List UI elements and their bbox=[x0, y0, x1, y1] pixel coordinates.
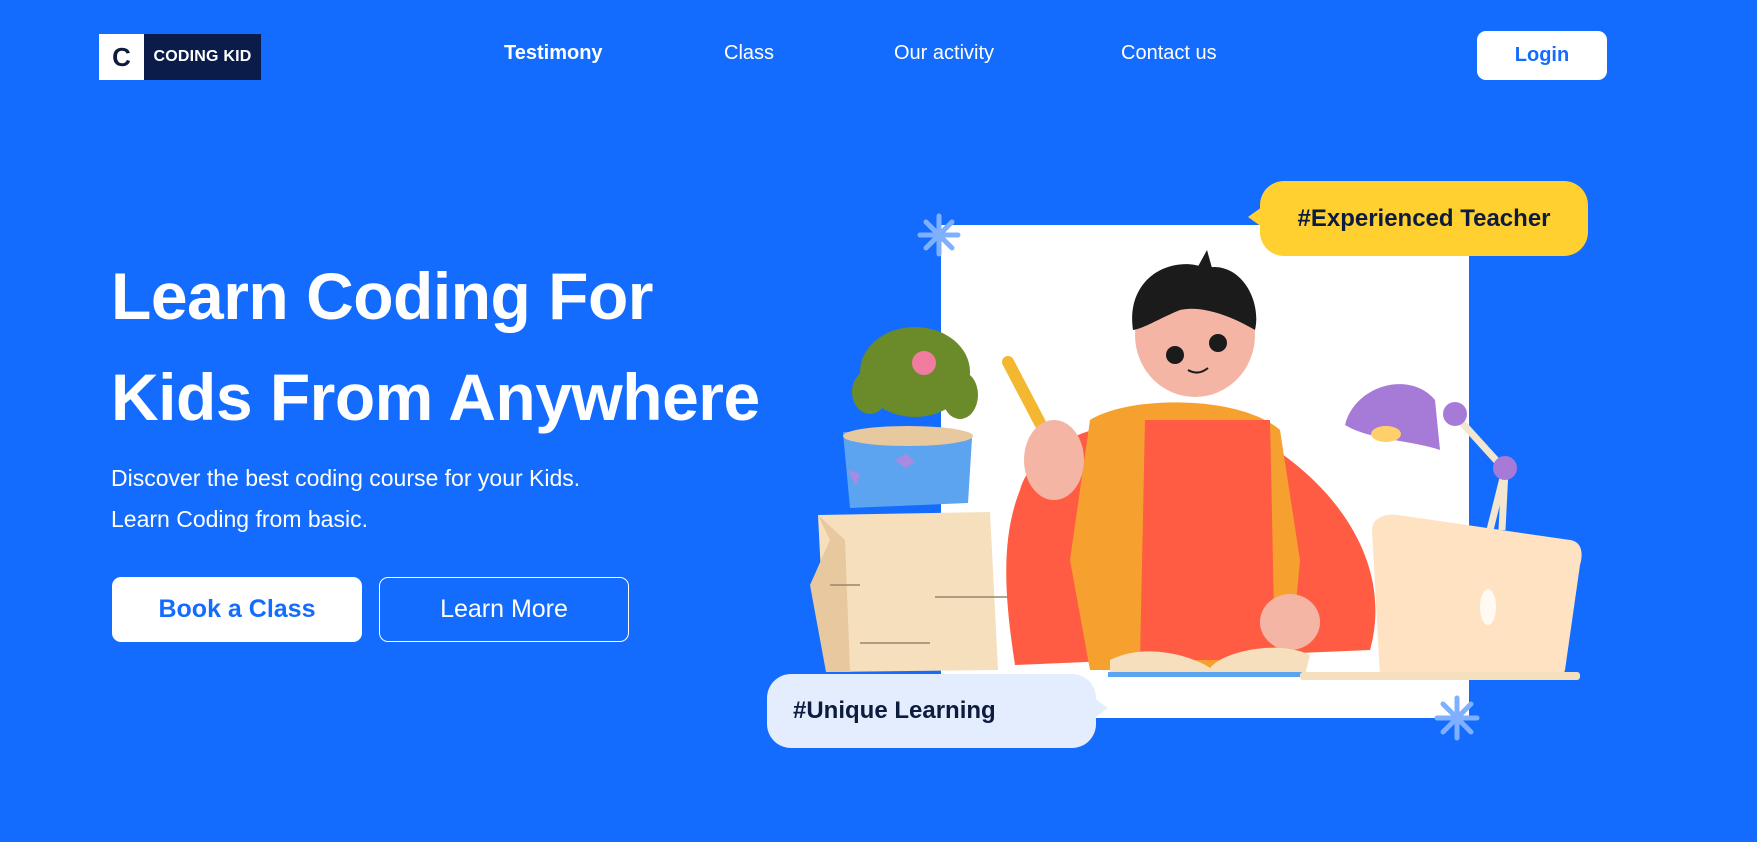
hero-title-line2: Kids From Anywhere bbox=[111, 360, 760, 434]
hero-title: Learn Coding For Kids From Anywhere bbox=[111, 246, 760, 448]
sparkle-icon-bottom bbox=[1434, 695, 1480, 741]
cactus-pot bbox=[843, 327, 978, 508]
hero-title-line1: Learn Coding For bbox=[111, 259, 653, 333]
hero-subtitle-line1: Discover the best coding course for your… bbox=[111, 465, 581, 491]
desk-lamp bbox=[1345, 384, 1517, 531]
nav-item-our-activity[interactable]: Our activity bbox=[894, 42, 994, 65]
book-class-button[interactable]: Book a Class bbox=[112, 577, 362, 642]
nav-item-contact-us[interactable]: Contact us bbox=[1121, 42, 1217, 65]
illustration-card bbox=[941, 225, 1469, 718]
paper-stack bbox=[810, 512, 1010, 672]
unique-learning-tag: #Unique Learning bbox=[767, 674, 1108, 748]
nav-item-class[interactable]: Class bbox=[724, 42, 774, 65]
nav-item-testimony[interactable]: Testimony bbox=[504, 42, 603, 65]
sparkle-icon bbox=[917, 213, 961, 257]
hero-subtitle-line2: Learn Coding from basic. bbox=[111, 506, 368, 532]
login-button[interactable]: Login bbox=[1477, 31, 1607, 80]
laptop bbox=[1300, 514, 1582, 680]
hero-subtitle: Discover the best coding course for your… bbox=[111, 458, 580, 540]
learn-more-button[interactable]: Learn More bbox=[379, 577, 629, 642]
experienced-teacher-tag: #Experienced Teacher bbox=[1248, 181, 1588, 256]
open-book bbox=[1110, 647, 1310, 675]
boy-character bbox=[1002, 250, 1376, 670]
